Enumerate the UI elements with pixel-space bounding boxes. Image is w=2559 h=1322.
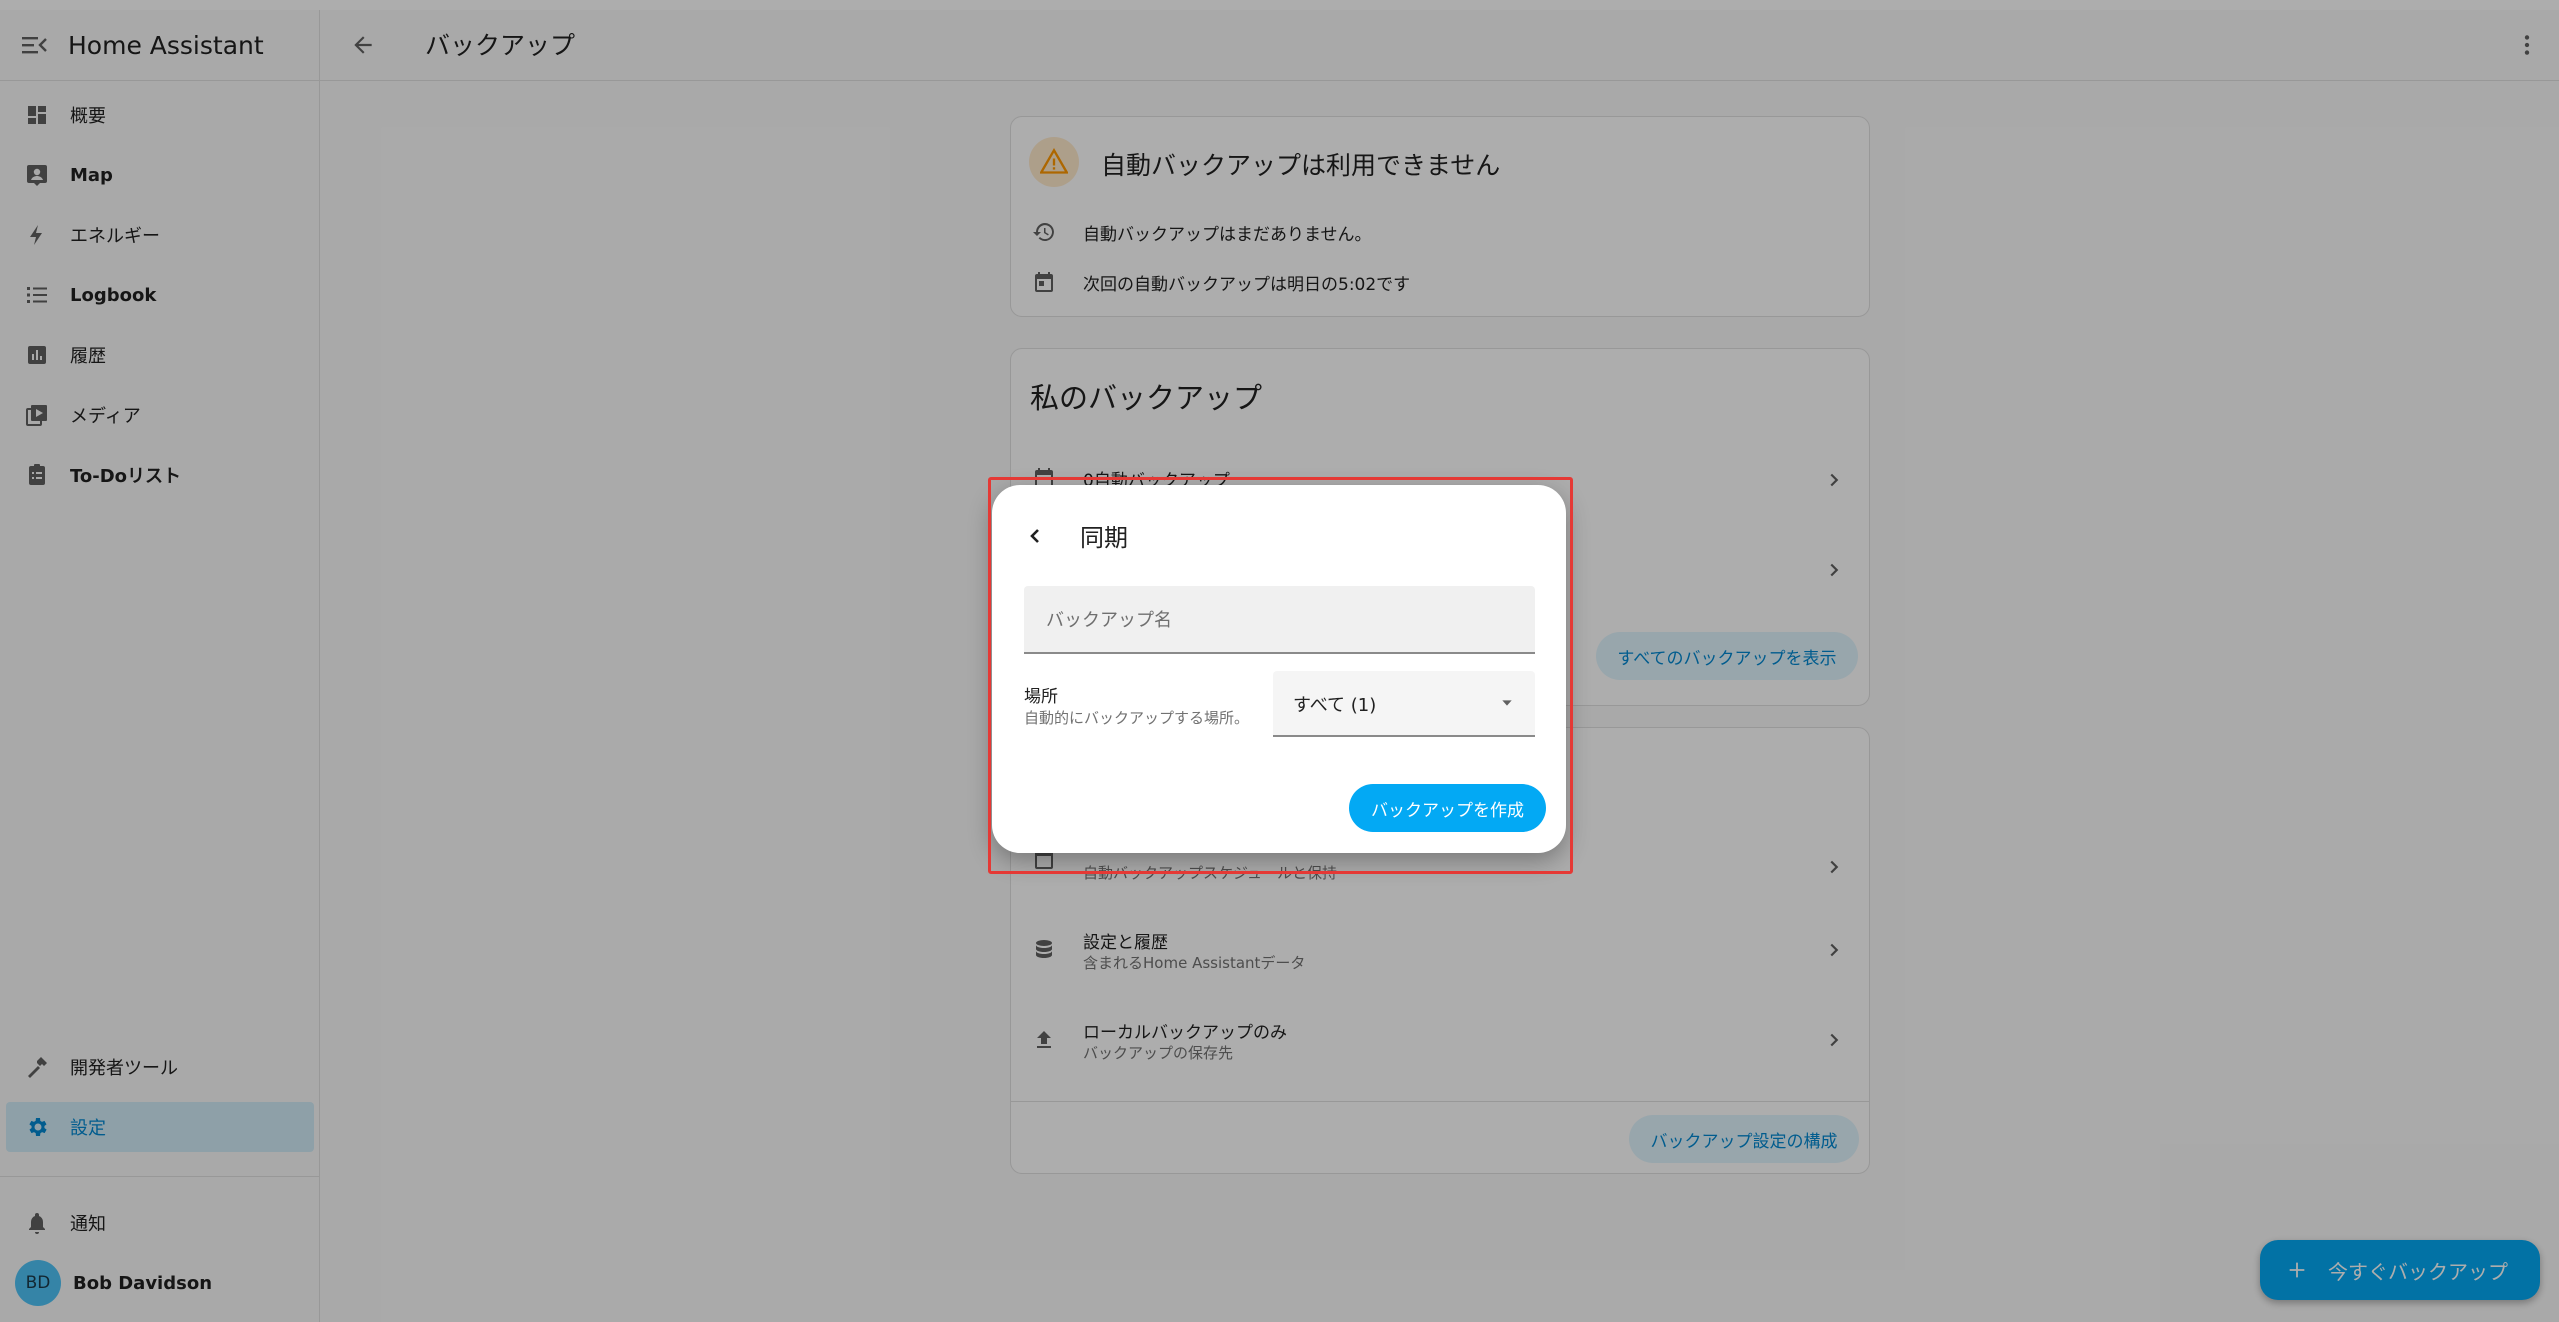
highlight-box [988,477,1573,874]
